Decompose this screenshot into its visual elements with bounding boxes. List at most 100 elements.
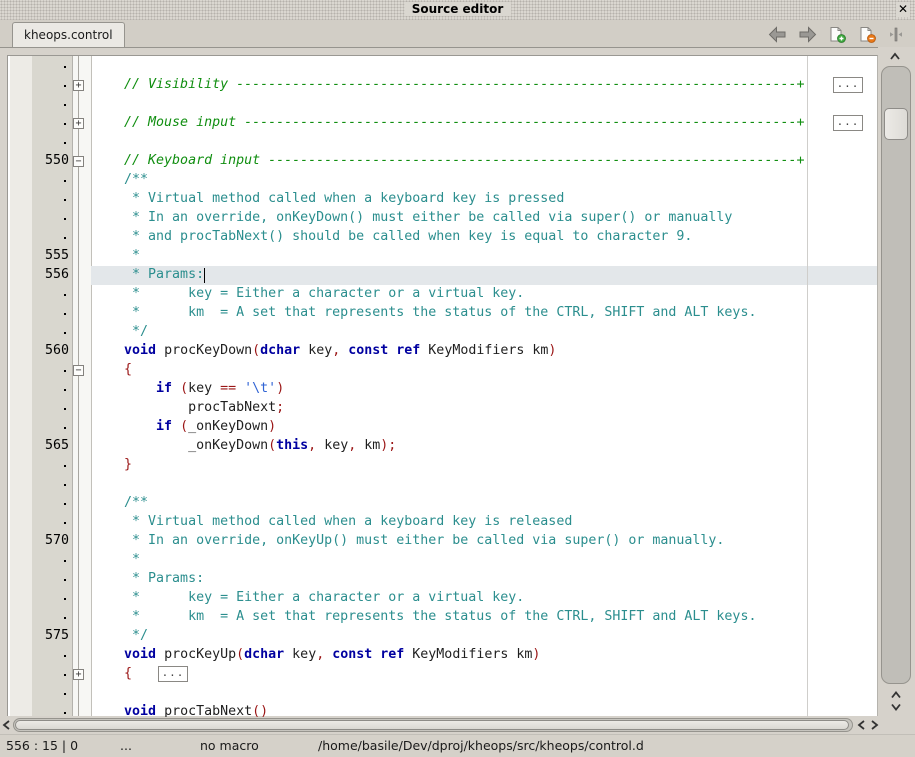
- code-text: if (_onKeyDown): [92, 419, 276, 434]
- line-dot-marker: [64, 617, 66, 619]
- go-forward-icon[interactable]: [798, 26, 817, 43]
- code-line[interactable]: if (key == '\t'): [8, 380, 877, 399]
- code-line[interactable]: */: [8, 323, 877, 342]
- line-dot-marker: [64, 142, 66, 144]
- line-number: 575: [32, 628, 69, 643]
- status-bar: 556 : 15 | 0 ... no macro /home/basile/D…: [0, 734, 915, 757]
- code-text: // Visibility --------------------------…: [92, 77, 804, 92]
- code-text: * Virtual method called when a keyboard …: [92, 191, 564, 206]
- fold-collapse-icon[interactable]: −: [73, 365, 84, 376]
- line-dot-marker: [64, 332, 66, 334]
- code-text: * Params:: [92, 267, 204, 282]
- line-dot-marker: [64, 579, 66, 581]
- code-line[interactable]: 560 void procKeyDown(dchar key, const re…: [8, 342, 877, 361]
- collapsed-code-box[interactable]: ...: [158, 666, 188, 682]
- line-dot-marker: [64, 503, 66, 505]
- code-text: {: [92, 666, 132, 681]
- line-dot-marker: [64, 389, 66, 391]
- code-text: * In an override, onKeyUp() must either …: [92, 533, 724, 548]
- code-text: *: [92, 248, 140, 263]
- line-dot-marker: [64, 313, 66, 315]
- code-line[interactable]: 575 */: [8, 627, 877, 646]
- line-number: 565: [32, 438, 69, 453]
- fold-expand-icon[interactable]: +: [73, 669, 84, 680]
- fold-expand-icon[interactable]: +: [73, 80, 84, 91]
- horizontal-scroll-thumb[interactable]: [15, 720, 849, 730]
- line-dot-marker: [64, 123, 66, 125]
- code-text: procTabNext;: [92, 400, 284, 415]
- code-line[interactable]: [8, 684, 877, 703]
- code-line[interactable]: * km = A set that represents the status …: [8, 608, 877, 627]
- add-document-icon[interactable]: [828, 26, 847, 43]
- line-dot-marker: [64, 218, 66, 220]
- split-view-icon[interactable]: [888, 26, 907, 43]
- fold-collapse-icon[interactable]: −: [73, 156, 84, 167]
- tab-kheops-control[interactable]: kheops.control: [12, 22, 125, 47]
- scroll-up-icon[interactable]: [890, 689, 902, 701]
- code-line[interactable]: * In an override, onKeyDown() must eithe…: [8, 209, 877, 228]
- code-line[interactable]: 556 * Params:: [8, 266, 877, 285]
- code-line[interactable]: − {: [8, 361, 877, 380]
- code-line[interactable]: [8, 475, 877, 494]
- code-line[interactable]: /**: [8, 171, 877, 190]
- vertical-scroll-track[interactable]: [881, 66, 911, 684]
- code-line[interactable]: * km = A set that represents the status …: [8, 304, 877, 323]
- go-back-icon[interactable]: [768, 26, 787, 43]
- window-title: Source editor: [404, 2, 512, 16]
- code-line[interactable]: + {...: [8, 665, 877, 684]
- vertical-scroll-thumb[interactable]: [884, 108, 908, 140]
- line-dot-marker: [64, 199, 66, 201]
- collapsed-code-box[interactable]: ...: [833, 115, 863, 131]
- code-line[interactable]: * Virtual method called when a keyboard …: [8, 190, 877, 209]
- code-text: // Mouse input -------------------------…: [92, 115, 804, 130]
- code-text: *: [92, 552, 140, 567]
- text-caret: [204, 268, 205, 283]
- code-line[interactable]: * Virtual method called when a keyboard …: [8, 513, 877, 532]
- line-dot-marker: [64, 66, 66, 68]
- code-line[interactable]: void procKeyUp(dchar key, const ref KeyM…: [8, 646, 877, 665]
- code-line[interactable]: * key = Either a character or a virtual …: [8, 589, 877, 608]
- fold-expand-icon[interactable]: +: [73, 118, 84, 129]
- code-line[interactable]: 555 *: [8, 247, 877, 266]
- code-line[interactable]: void procTabNext(): [8, 703, 877, 718]
- code-line[interactable]: 550− // Keyboard input -----------------…: [8, 152, 877, 171]
- code-line[interactable]: * key = Either a character or a virtual …: [8, 285, 877, 304]
- scroll-left-icon[interactable]: [856, 719, 868, 731]
- code-line[interactable]: * Params:: [8, 570, 877, 589]
- line-dot-marker: [64, 294, 66, 296]
- code-line[interactable]: + // Mouse input -----------------------…: [8, 114, 877, 133]
- code-line[interactable]: + // Visibility ------------------------…: [8, 76, 877, 95]
- scroll-left-icon[interactable]: [1, 719, 13, 731]
- code-text: _onKeyDown(this, key, km);: [92, 438, 396, 453]
- window-titlebar[interactable]: Source editor ✕: [0, 0, 915, 21]
- code-line[interactable]: if (_onKeyDown): [8, 418, 877, 437]
- scroll-up-icon[interactable]: [889, 51, 901, 63]
- code-line[interactable]: 570 * In an override, onKeyUp() must eit…: [8, 532, 877, 551]
- code-text: * key = Either a character or a virtual …: [92, 590, 524, 605]
- code-line[interactable]: procTabNext;: [8, 399, 877, 418]
- tab-bar: kheops.control: [0, 20, 915, 48]
- line-dot-marker: [64, 427, 66, 429]
- code-line[interactable]: [8, 95, 877, 114]
- line-number: 555: [32, 248, 69, 263]
- collapsed-code-box[interactable]: ...: [833, 77, 863, 93]
- code-line[interactable]: * and procTabNext() should be called whe…: [8, 228, 877, 247]
- scroll-right-icon[interactable]: [868, 719, 880, 731]
- code-line[interactable]: [8, 57, 877, 76]
- scroll-down-icon[interactable]: [890, 701, 902, 713]
- code-line[interactable]: }: [8, 456, 877, 475]
- code-text: */: [92, 628, 148, 643]
- line-dot-marker: [64, 370, 66, 372]
- code-editor[interactable]: + // Visibility ------------------------…: [7, 55, 878, 718]
- code-line[interactable]: 565 _onKeyDown(this, key, km);: [8, 437, 877, 456]
- code-line[interactable]: *: [8, 551, 877, 570]
- code-text: * key = Either a character or a virtual …: [92, 286, 524, 301]
- close-icon[interactable]: ✕: [896, 2, 910, 17]
- code-text: }: [92, 457, 132, 472]
- close-document-icon[interactable]: [858, 26, 877, 43]
- code-text: void procTabNext(): [92, 704, 268, 718]
- code-text: if (key == '\t'): [92, 381, 284, 396]
- code-line[interactable]: [8, 133, 877, 152]
- code-line[interactable]: /**: [8, 494, 877, 513]
- code-text: void procKeyDown(dchar key, const ref Ke…: [92, 343, 556, 358]
